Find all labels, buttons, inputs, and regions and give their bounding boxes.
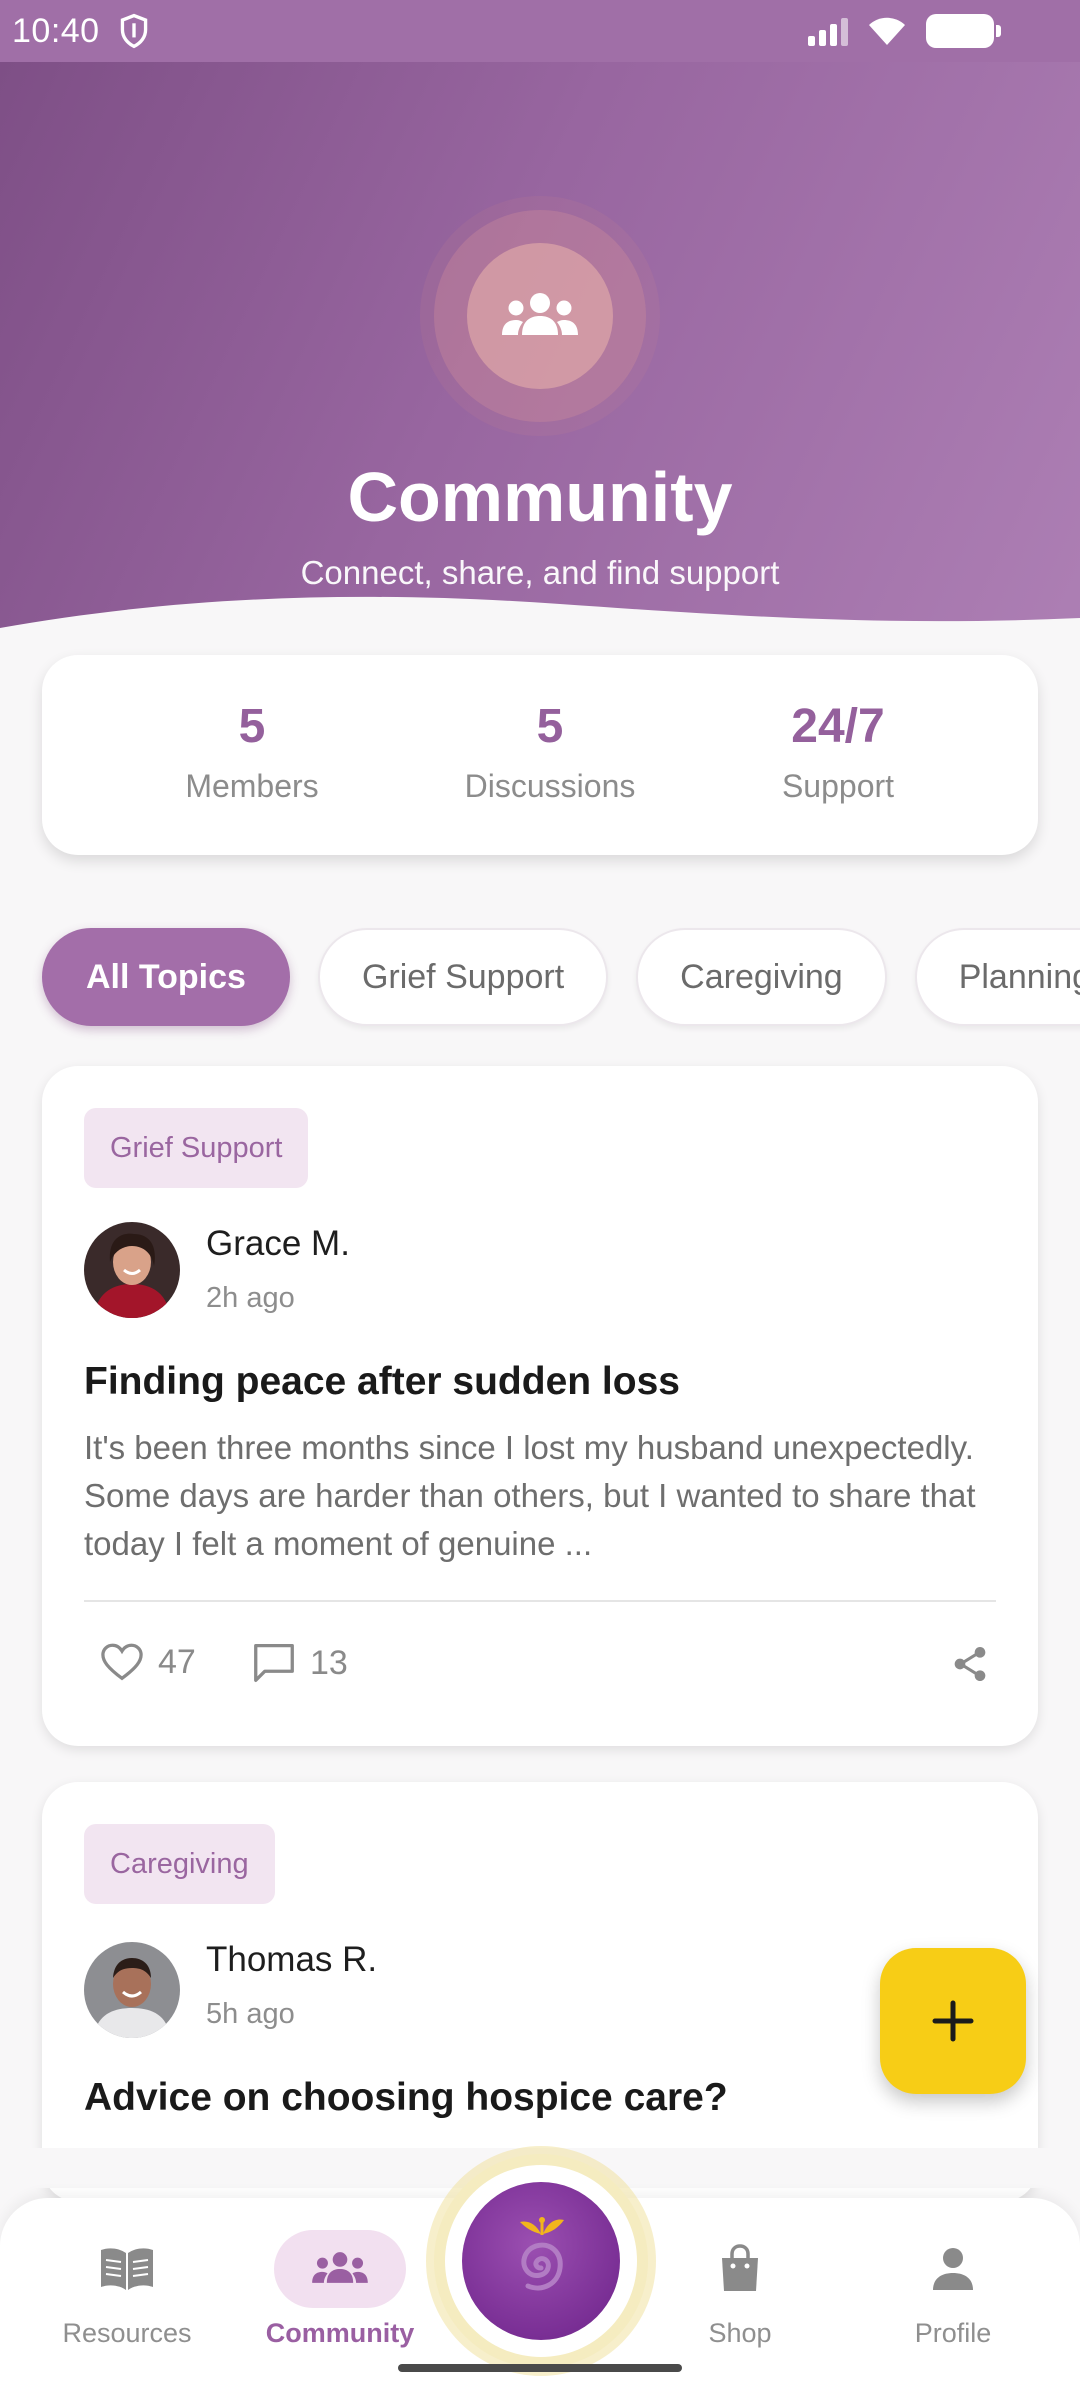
post-author[interactable]: Grace M. [206, 1224, 350, 1264]
status-bar: 10:40 [0, 0, 1080, 62]
hero-wave [0, 596, 1080, 662]
nav-label: Resources [62, 2318, 192, 2348]
post-tag[interactable]: Caregiving [84, 1824, 275, 1904]
nav-label: Shop [708, 2318, 772, 2348]
shopping-bag-icon [722, 2244, 758, 2291]
post-excerpt: It's been three months since I lost my h… [84, 1429, 976, 1562]
stat-label: Members [185, 768, 319, 804]
filter-chip-row: All Topics Grief Support Caregiving Plan… [0, 900, 1080, 1060]
center-home-button[interactable] [434, 2154, 648, 2368]
people-icon [502, 293, 578, 335]
new-post-button[interactable] [880, 1948, 1026, 2094]
chip-caregiving[interactable]: Caregiving [636, 928, 887, 1026]
page-subtitle: Connect, share, and find support [300, 554, 780, 591]
hero-header: Community Connect, share, and find suppo… [0, 62, 1080, 662]
chip-planning[interactable]: Planning [914, 928, 1080, 1026]
divider [84, 1600, 996, 1602]
nav-shop[interactable]: Shop [640, 2230, 840, 2349]
signal-icon [808, 16, 848, 46]
post-title[interactable]: Advice on choosing hospice care? [84, 2076, 728, 2120]
post-time: 2h ago [206, 1282, 295, 1314]
chip-grief-support[interactable]: Grief Support [317, 928, 609, 1026]
post-time: 5h ago [206, 1998, 295, 2030]
stat-support: 24/7 Support [718, 699, 958, 805]
share-icon[interactable] [950, 1644, 990, 1684]
book-icon [101, 2248, 153, 2290]
heart-icon [101, 1643, 143, 1681]
comment-count: 13 [310, 1643, 348, 1682]
home-indicator[interactable] [398, 2364, 682, 2372]
nav-resources[interactable]: Resources [27, 2230, 227, 2349]
people-icon [312, 2252, 368, 2283]
stat-value: 5 [238, 700, 266, 753]
stat-value: 24/7 [791, 700, 885, 753]
page-title: Community [347, 458, 733, 536]
chip-all-topics[interactable]: All Topics [42, 928, 290, 1026]
nav-community[interactable]: Community [240, 2230, 440, 2349]
wifi-icon [869, 17, 905, 45]
shield-icon [120, 13, 147, 49]
stat-label: Support [781, 768, 895, 804]
person-icon [933, 2248, 973, 2290]
stats-card: 5 Members 5 Discussions 24/7 Support [42, 655, 1038, 855]
post-author[interactable]: Thomas R. [206, 1940, 377, 1980]
nav-profile[interactable]: Profile [853, 2230, 1053, 2349]
battery-icon [926, 14, 1001, 48]
post-title[interactable]: Finding peace after sudden loss [84, 1360, 680, 1404]
avatar[interactable] [84, 1222, 180, 1318]
avatar[interactable] [84, 1942, 180, 2038]
post-card[interactable]: Grief Support Grace M. 2h ago Finding pe… [42, 1066, 1038, 1746]
post-tag[interactable]: Grief Support [84, 1108, 309, 1188]
like-button[interactable]: 47 [100, 1642, 196, 1682]
stat-label: Discussions [464, 768, 636, 804]
stat-discussions: 5 Discussions [430, 699, 670, 805]
spiral-logo-icon [520, 2217, 564, 2291]
comment-button[interactable]: 13 [252, 1642, 348, 1684]
comment-icon [254, 1644, 294, 1682]
nav-label: Community [265, 2318, 415, 2348]
community-badge [434, 210, 646, 422]
plus-icon [932, 2000, 974, 2042]
nav-label: Profile [914, 2318, 992, 2348]
stat-value: 5 [536, 700, 564, 753]
status-time: 10:40 [12, 11, 100, 50]
stat-members: 5 Members [132, 699, 372, 805]
like-count: 47 [158, 1642, 196, 1681]
